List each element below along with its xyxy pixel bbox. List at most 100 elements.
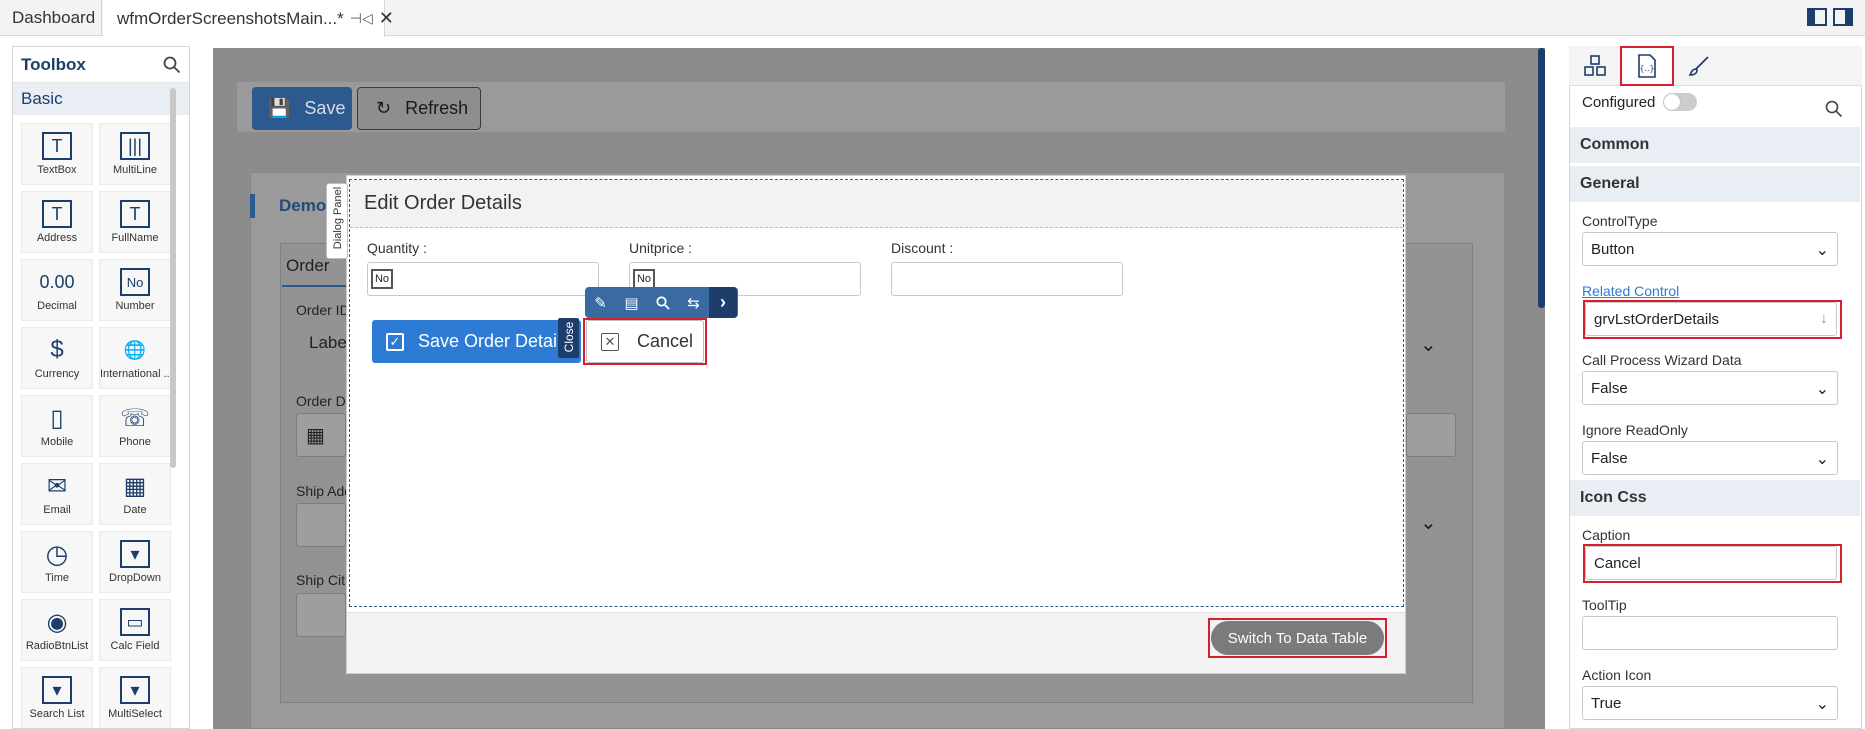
close-icon[interactable]: ✕ — [379, 8, 394, 29]
tool-currency[interactable]: $ Currency — [21, 327, 93, 389]
tool-decimal[interactable]: 0.00 Decimal — [21, 259, 93, 321]
tool-international[interactable]: 🌐 International ... — [99, 327, 171, 389]
tool-label: Decimal — [37, 300, 77, 312]
order-id-value: Labe — [309, 333, 347, 352]
action-icon-value: True — [1591, 694, 1622, 712]
tab-order-screenshots[interactable]: wfmOrderScreenshotsMain... * ⊣◁ ✕ — [103, 0, 394, 37]
layout-toggles — [1807, 8, 1853, 26]
toolbox-grid: T TextBox ||| MultiLine T Address T FullName… — [13, 115, 189, 728]
close-tag[interactable]: Close — [558, 318, 579, 358]
search-icon[interactable] — [163, 56, 181, 74]
tool-number[interactable]: No Number — [99, 259, 171, 321]
tool-date[interactable]: ▦ Date — [99, 463, 171, 525]
related-control-link[interactable]: Related Control — [1582, 283, 1679, 299]
dialog-panel-outline — [349, 179, 1404, 607]
tab-title: wfmOrderScreenshotsMain... — [117, 8, 338, 28]
chevron-down-icon: ⌄ — [1815, 451, 1829, 468]
tool-label: Calc Field — [110, 640, 160, 652]
caption-label: Caption — [1582, 527, 1631, 543]
highlight-cancel — [583, 318, 707, 365]
toolbox-title: Toolbox — [21, 54, 86, 74]
chevron-right-icon[interactable]: › — [709, 287, 737, 318]
tool-label: MultiSelect — [108, 708, 162, 720]
tool-phone[interactable]: ☏ Phone — [99, 395, 171, 457]
tool-searchlist[interactable]: ▾ Search List — [21, 667, 93, 728]
tooltip-input[interactable] — [1582, 616, 1838, 650]
section-icon-css[interactable]: Icon Css — [1570, 480, 1860, 516]
save-order-details-label: Save Order Details — [418, 331, 571, 351]
edit-icon[interactable]: ✎ — [585, 287, 616, 318]
dialog-panel-tag[interactable]: Dialog Panel — [326, 183, 348, 259]
form-refresh-label: Refresh — [405, 98, 469, 118]
tool-multiselect[interactable]: ▾ MultiSelect — [99, 667, 171, 728]
action-icon-select[interactable]: True ⌄ — [1582, 686, 1838, 720]
tool-label: DropDown — [109, 572, 161, 584]
tool-dropdown[interactable]: ▾ DropDown — [99, 531, 171, 593]
control-type-select[interactable]: Button ⌄ — [1582, 232, 1838, 266]
calendar-icon: ▦ — [306, 425, 325, 447]
control-type-label: ControlType — [1582, 213, 1658, 229]
call-process-label: Call Process Wizard Data — [1582, 352, 1742, 368]
number-icon: No — [120, 268, 150, 296]
ignore-readonly-value: False — [1591, 449, 1628, 467]
section-common[interactable]: Common — [1570, 127, 1860, 163]
ship-address-label: Ship Add — [296, 483, 353, 499]
form-save-button: 💾 Save — [252, 87, 352, 130]
tool-fullname[interactable]: T FullName — [99, 191, 171, 253]
toolbox-category-basic[interactable]: Basic — [13, 83, 189, 115]
section-accent-bar — [250, 194, 255, 218]
search-icon[interactable] — [647, 287, 678, 318]
order-id-label: Order ID — [296, 302, 350, 318]
tool-multiline[interactable]: ||| MultiLine — [99, 123, 171, 185]
swap-arrows-icon[interactable]: ⇆ — [678, 287, 709, 318]
quantity-label: Quantity : — [367, 240, 427, 256]
configured-label: Configured — [1582, 94, 1656, 111]
left-panel-toggle-icon[interactable] — [1807, 8, 1827, 26]
ship-city-label: Ship Cit — [296, 572, 346, 588]
radio-icon: ◉ — [46, 608, 68, 636]
save-icon: 💾 — [268, 98, 291, 118]
section-title: Demo — [279, 196, 327, 215]
modified-indicator: * — [337, 8, 344, 28]
call-process-select[interactable]: False ⌄ — [1582, 371, 1838, 405]
form-refresh-button: ↻ Refresh — [357, 87, 481, 130]
tool-calcfield[interactable]: ▭ Calc Field — [99, 599, 171, 661]
highlight-related-control — [1583, 300, 1842, 339]
ignore-readonly-select[interactable]: False ⌄ — [1582, 441, 1838, 475]
number-badge-icon: No — [371, 269, 393, 289]
right-panel-toggle-icon[interactable] — [1833, 8, 1853, 26]
toolbox-scrollbar[interactable] — [170, 88, 176, 468]
configured-toggle[interactable] — [1663, 93, 1697, 111]
address-icon: T — [42, 200, 72, 228]
ignore-readonly-label: Ignore ReadOnly — [1582, 422, 1688, 438]
tab-order: Order — [286, 256, 330, 275]
tool-email[interactable]: ✉ Email — [21, 463, 93, 525]
settings-file-icon[interactable]: ▤ — [616, 287, 647, 318]
dialog-panel-tag-label: Dialog Panel — [332, 186, 344, 250]
section-general[interactable]: General — [1570, 166, 1860, 202]
toolbox-header: Toolbox — [13, 47, 189, 83]
tool-label: Currency — [34, 368, 80, 380]
tool-textbox[interactable]: T TextBox — [21, 123, 93, 185]
tool-mobile[interactable]: ▯ Mobile — [21, 395, 93, 457]
save-order-details-button[interactable]: ✓ Save Order Details — [372, 320, 581, 363]
toolbox-panel: Toolbox Basic T TextBox ||| MultiLine T Add… — [12, 46, 190, 729]
discount-input[interactable] — [891, 262, 1123, 296]
order-date-label: Order Da — [296, 393, 354, 409]
check-icon: ✓ — [386, 332, 404, 351]
pin-icon[interactable]: ⊣◁ — [350, 10, 373, 27]
search-icon[interactable] — [1825, 100, 1843, 118]
ship-city-field — [296, 593, 346, 637]
layout-blocks-icon[interactable] — [1570, 47, 1620, 85]
tool-radiobtnlist[interactable]: ◉ RadioBtnList — [21, 599, 93, 661]
tool-address[interactable]: T Address — [21, 191, 93, 253]
tab-dashboard[interactable]: Dashboard — [0, 0, 102, 36]
calc-field-icon: ▭ — [120, 608, 150, 636]
canvas-scrollbar[interactable] — [1538, 48, 1545, 308]
tool-label: Number — [115, 300, 155, 312]
brush-icon[interactable] — [1674, 47, 1724, 85]
tool-time[interactable]: ◷ Time — [21, 531, 93, 593]
action-icon-label: Action Icon — [1582, 667, 1652, 683]
quantity-input[interactable]: No — [367, 262, 599, 296]
tab-order-underline — [282, 285, 352, 287]
